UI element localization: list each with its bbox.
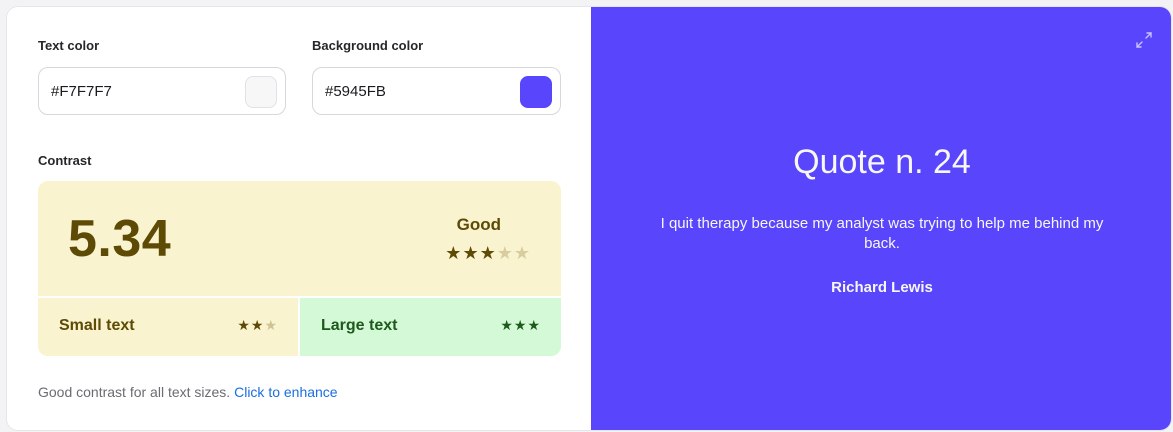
small-text-stars: ★★★ (237, 317, 278, 334)
quote-text: I quit therapy because my analyst was tr… (660, 215, 1104, 252)
contrast-label: Contrast (38, 153, 92, 168)
small-text-rating: Small text ★★★ (38, 298, 298, 356)
background-color-swatch[interactable] (520, 76, 552, 108)
star-icon: ★ (527, 317, 541, 333)
star-icon: ★ (462, 243, 480, 263)
contrast-note-text: Good contrast for all text sizes. (38, 384, 231, 400)
contrast-result: 5.34 Good ★★★★★ Small text ★★★ Large tex… (38, 181, 561, 356)
contrast-note: Good contrast for all text sizes. Click … (38, 384, 338, 400)
enhance-link[interactable]: Click to enhance (234, 384, 338, 400)
star-icon: ★ (250, 317, 265, 333)
text-color-field[interactable] (38, 67, 286, 115)
star-icon: ★ (264, 317, 278, 333)
contrast-ratio: 5.34 (68, 210, 172, 268)
star-icon: ★ (237, 317, 251, 333)
star-icon: ★ (513, 243, 531, 263)
controls-panel: Text color Background color Contrast 5.3… (7, 7, 591, 430)
star-icon: ★ (479, 243, 497, 263)
expand-icon[interactable] (1133, 29, 1155, 51)
star-icon: ★ (445, 243, 463, 263)
quote-author: Richard Lewis (831, 279, 933, 296)
large-text-stars: ★★★ (500, 317, 541, 334)
quote-title: Quote n. 24 (793, 143, 971, 181)
star-icon: ★ (513, 317, 528, 333)
preview-panel: Quote n. 24 I quit therapy because my an… (591, 7, 1171, 430)
contrast-checker-card: Text color Background color Contrast 5.3… (6, 6, 1172, 431)
overall-rating-stars: ★★★★★ (445, 243, 531, 264)
text-color-input[interactable] (51, 68, 241, 114)
star-icon: ★ (496, 243, 514, 263)
background-color-input[interactable] (325, 68, 515, 114)
background-color-field[interactable] (312, 67, 561, 115)
large-text-rating: Large text ★★★ (300, 298, 561, 356)
star-icon: ★ (500, 317, 514, 333)
background-color-label: Background color (312, 38, 424, 53)
text-color-swatch[interactable] (245, 76, 277, 108)
large-text-label: Large text (321, 317, 398, 334)
contrast-rating: Good (456, 215, 501, 234)
text-color-label: Text color (38, 38, 100, 53)
small-text-label: Small text (59, 317, 135, 334)
